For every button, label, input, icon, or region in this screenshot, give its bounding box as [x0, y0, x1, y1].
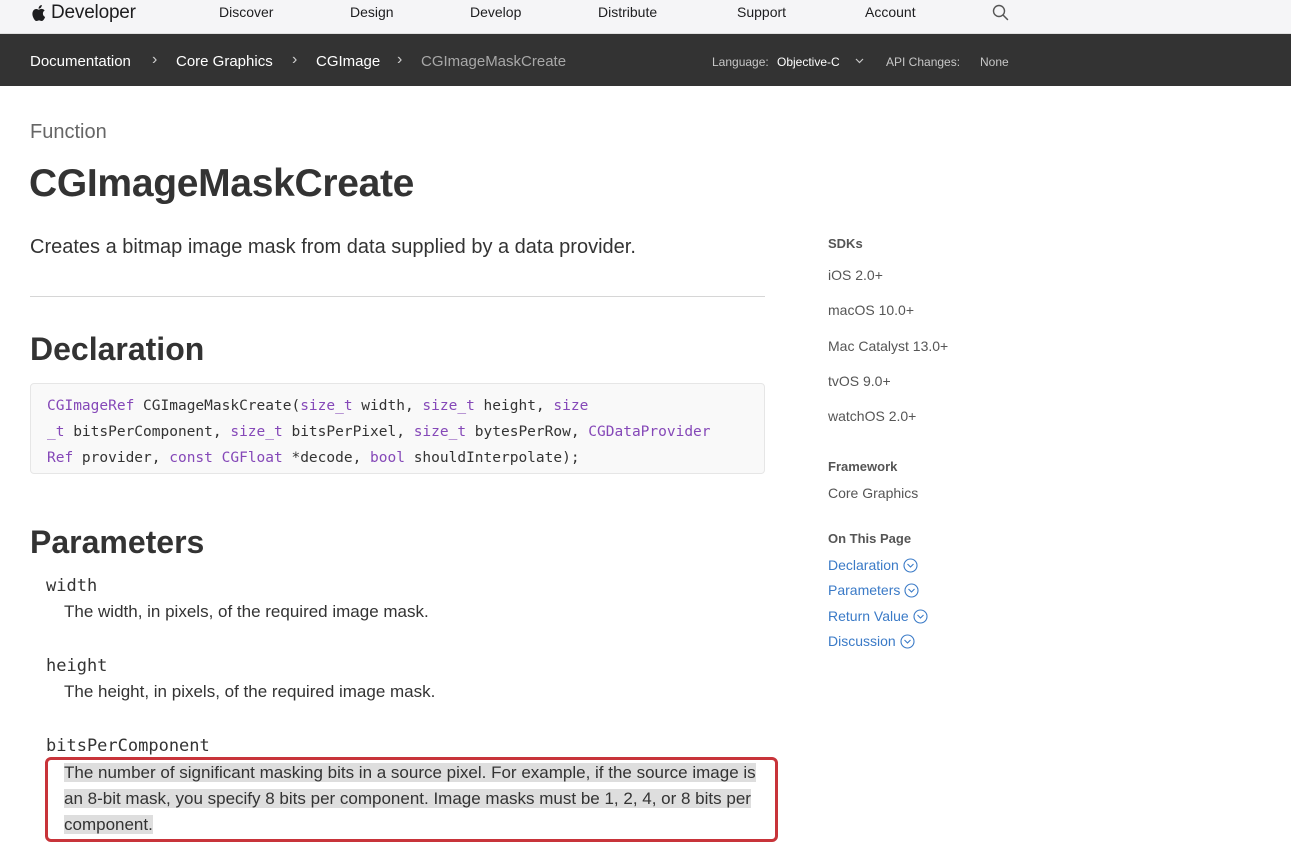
on-this-page-return-value[interactable]: Return Value	[828, 608, 928, 624]
symbol-kind: Function	[30, 121, 107, 143]
sdk-item: macOS 10.0+	[828, 302, 914, 318]
breadcrumb-cgimage[interactable]: CGImage	[316, 53, 380, 70]
breadcrumb-current: CGImageMaskCreate	[421, 53, 567, 70]
on-this-page-label: Return Value	[828, 608, 909, 624]
nav-link-distribute[interactable]: Distribute	[598, 4, 657, 20]
code-type-link[interactable]: size_t	[414, 424, 466, 440]
api-changes-toggle[interactable]: None	[980, 55, 1009, 69]
param-name-bits-per-component: bitsPerComponent	[46, 736, 210, 756]
on-this-page-declaration[interactable]: Declaration	[828, 557, 918, 573]
code-text: bytesPerRow,	[466, 424, 589, 440]
nav-link-account[interactable]: Account	[865, 4, 916, 20]
code-text: shouldInterpolate);	[404, 450, 580, 466]
highlight-box	[45, 757, 778, 842]
code-keyword: const	[169, 450, 213, 466]
nav-link-develop[interactable]: Develop	[470, 4, 521, 20]
chevron-down-icon[interactable]	[855, 58, 864, 64]
abstract: Creates a bitmap image mask from data su…	[30, 236, 636, 258]
code-text: *decode,	[282, 450, 371, 466]
breadcrumb-bar: Documentation › Core Graphics › CGImage …	[0, 34, 1291, 86]
circle-chevron-down-icon	[903, 557, 918, 573]
on-this-page-label: Parameters	[828, 582, 901, 598]
parameters-heading: Parameters	[30, 524, 205, 560]
code-text: CGImageMaskCreate(	[134, 398, 301, 414]
circle-chevron-down-icon	[900, 633, 915, 649]
sdk-item: Mac Catalyst 13.0+	[828, 338, 949, 354]
code-text: bitsPerPixel,	[282, 424, 414, 440]
language-label: Language:	[712, 55, 769, 69]
on-this-page-heading: On This Page	[828, 531, 912, 546]
page-title: CGImageMaskCreate	[29, 162, 415, 205]
global-nav: Developer Discover Design Develop Distri…	[0, 0, 1291, 34]
code-type-link[interactable]: Ref	[47, 450, 73, 466]
developer-brand-link[interactable]: Developer	[30, 0, 136, 26]
on-this-page-label: Discussion	[828, 633, 896, 649]
apple-logo-icon	[32, 5, 46, 22]
breadcrumb-separator: ›	[397, 51, 403, 68]
sdks-heading: SDKs	[828, 236, 863, 251]
language-select[interactable]: Objective-C	[777, 55, 840, 69]
sdk-item: iOS 2.0+	[828, 267, 883, 283]
circle-chevron-down-icon	[904, 582, 919, 598]
code-type-link[interactable]: size_t	[422, 398, 474, 414]
nav-link-support[interactable]: Support	[737, 4, 786, 20]
breadcrumb-documentation[interactable]: Documentation	[30, 53, 131, 70]
declaration-code: CGImageRef CGImageMaskCreate(size_t widt…	[30, 383, 765, 474]
code-type-link[interactable]: CGImageRef	[47, 398, 134, 414]
divider	[30, 296, 765, 297]
on-this-page-label: Declaration	[828, 557, 899, 573]
code-text: height,	[474, 398, 554, 414]
brand-text: Developer	[51, 2, 136, 23]
nav-link-design[interactable]: Design	[350, 4, 394, 20]
breadcrumb-separator: ›	[152, 51, 158, 68]
framework-name: Core Graphics	[828, 485, 919, 501]
api-changes-label: API Changes:	[886, 55, 961, 69]
search-icon[interactable]	[992, 4, 1009, 21]
declaration-heading: Declaration	[30, 331, 205, 367]
breadcrumb-separator: ›	[292, 51, 298, 68]
on-this-page-parameters[interactable]: Parameters	[828, 582, 919, 598]
breadcrumb-core-graphics[interactable]: Core Graphics	[176, 53, 273, 70]
sdk-item: watchOS 2.0+	[828, 408, 917, 424]
code-text: provider,	[73, 450, 170, 466]
param-name-width: width	[46, 576, 98, 596]
code-type-link[interactable]: size_t	[300, 398, 352, 414]
param-desc-height: The height, in pixels, of the required i…	[64, 682, 436, 701]
param-desc-width: The width, in pixels, of the required im…	[64, 602, 429, 621]
on-this-page-discussion[interactable]: Discussion	[828, 633, 915, 649]
code-type-link[interactable]: _t	[47, 424, 64, 440]
nav-link-discover[interactable]: Discover	[219, 4, 273, 20]
sdk-item: tvOS 9.0+	[828, 373, 891, 389]
code-type-link[interactable]: size_t	[230, 424, 282, 440]
param-name-height: height	[46, 656, 108, 676]
framework-heading: Framework	[828, 459, 898, 474]
code-type-link[interactable]: size	[553, 398, 588, 414]
code-text: bitsPerComponent,	[64, 424, 231, 440]
code-keyword: bool	[370, 450, 405, 466]
code-text: width,	[352, 398, 423, 414]
circle-chevron-down-icon	[913, 608, 928, 624]
code-type-link[interactable]: CGFloat	[222, 450, 283, 466]
code-type-link[interactable]: CGDataProvider	[588, 424, 710, 440]
